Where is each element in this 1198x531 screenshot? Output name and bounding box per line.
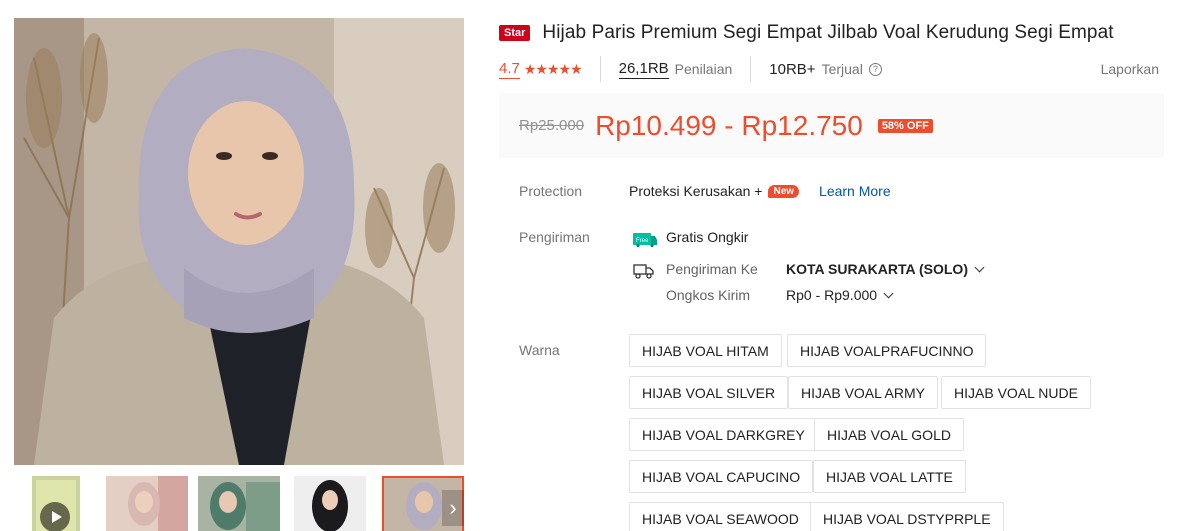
sold-label: Terjual <box>821 61 863 77</box>
destination-selector[interactable]: KOTA SURAKARTA (SOLO) <box>786 261 985 277</box>
destination-value: KOTA SURAKARTA (SOLO) <box>786 261 968 277</box>
product-title-row: Star Hijab Paris Premium Segi Empat Jilb… <box>499 22 1179 44</box>
divider <box>750 56 752 82</box>
play-icon[interactable] <box>40 502 70 531</box>
thumbnail-5[interactable]: › <box>382 476 464 531</box>
variant-option-capucino[interactable]: HIJAB VOAL CAPUCINO <box>629 460 814 493</box>
svg-text:Free: Free <box>636 238 649 244</box>
original-price: Rp25.000 <box>519 117 585 134</box>
chevron-right-icon[interactable]: › <box>442 490 464 526</box>
rating-row: 4.7 ★★★★★ 26,1RB Penilaian 10RB+ Terjual… <box>499 56 1159 82</box>
truck-icon <box>633 264 654 279</box>
thumbnail-strip: › <box>14 476 464 531</box>
chevron-down-icon <box>974 262 985 272</box>
divider <box>599 56 601 82</box>
thumbnail-3[interactable] <box>198 476 280 531</box>
reviews-label: Penilaian <box>674 61 733 77</box>
variant-option-hitam[interactable]: HIJAB VOAL HITAM <box>629 334 782 367</box>
help-icon[interactable]: ? <box>868 62 882 76</box>
free-shipping-icon: Free <box>633 233 657 247</box>
protection-label: Protection <box>519 183 583 199</box>
price-box: Rp25.000 Rp10.499 - Rp12.750 58% OFF <box>499 93 1164 158</box>
protection-text: Proteksi Kerusakan + <box>629 183 763 199</box>
variant-option-seawood[interactable]: HIJAB VOAL SEAWOOD <box>629 502 812 531</box>
protection-value: Proteksi Kerusakan + New Learn More <box>629 183 891 199</box>
shipping-cost-value: Rp0 - Rp9.000 <box>786 287 878 303</box>
variant-option-gold[interactable]: HIJAB VOAL GOLD <box>814 418 964 451</box>
chevron-down-icon <box>883 288 894 298</box>
rating-stars-icon: ★★★★★ <box>523 60 583 77</box>
variant-option-silver[interactable]: HIJAB VOAL SILVER <box>629 376 789 409</box>
variant-option-darkgrey[interactable]: HIJAB VOAL DARKGREY <box>629 418 818 451</box>
free-shipping-text: Gratis Ongkir <box>666 229 749 245</box>
learn-more-link[interactable]: Learn More <box>819 183 891 199</box>
thumbnail-video[interactable] <box>32 476 80 531</box>
main-product-image[interactable] <box>14 18 464 465</box>
variant-option-prafucinno[interactable]: HIJAB VOALPRAFUCINNO <box>787 334 987 367</box>
destination-label: Pengiriman Ke <box>666 261 758 277</box>
sold-count: 10RB+ <box>769 60 816 78</box>
shipping-label: Pengiriman <box>519 229 590 245</box>
discount-badge: 58% OFF <box>877 118 933 133</box>
star-seller-badge: Star <box>499 25 531 41</box>
shipping-cost-selector[interactable]: Rp0 - Rp9.000 <box>786 287 894 303</box>
thumbnail-4[interactable] <box>294 476 366 531</box>
product-page: › Star Hijab Paris Premium Segi Empat Ji… <box>0 0 1198 531</box>
product-title: Hijab Paris Premium Segi Empat Jilbab Vo… <box>542 22 1114 43</box>
new-badge: New <box>768 184 800 198</box>
shipping-cost-label: Ongkos Kirim <box>666 287 751 303</box>
current-price: Rp10.499 - Rp12.750 <box>595 109 863 141</box>
variant-label: Warna <box>519 342 560 358</box>
rating-score[interactable]: 4.7 <box>499 60 520 79</box>
variant-option-nude[interactable]: HIJAB VOAL NUDE <box>941 376 1091 409</box>
variant-option-latte[interactable]: HIJAB VOAL LATTE <box>813 460 966 493</box>
thumbnail-2[interactable] <box>106 476 188 531</box>
variant-option-army[interactable]: HIJAB VOAL ARMY <box>788 376 938 409</box>
variant-option-dstyprple[interactable]: HIJAB VOAL DSTYPRPLE <box>810 502 1004 531</box>
reviews-count[interactable]: 26,1RB <box>618 60 669 79</box>
report-link[interactable]: Laporkan <box>1101 61 1159 77</box>
